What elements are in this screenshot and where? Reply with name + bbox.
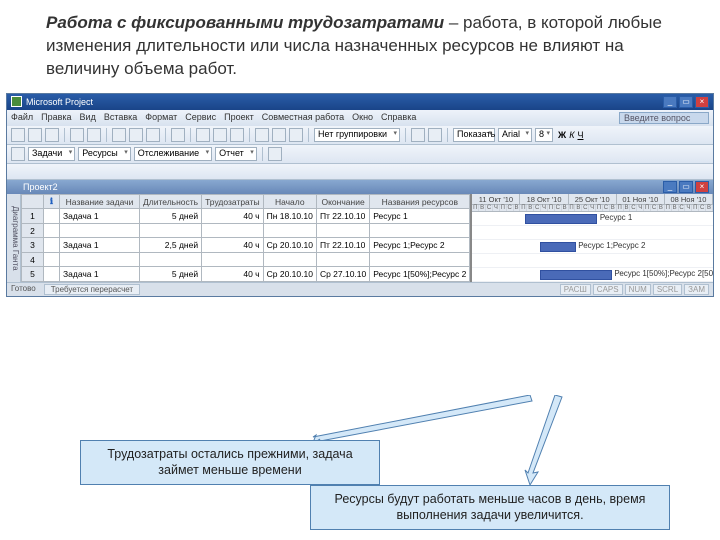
callout-2: Ресурсы будут работать меньше часов в де… (310, 485, 670, 530)
tb-link-icon[interactable] (196, 128, 210, 142)
gantt-row (472, 226, 713, 240)
col-end: Окончание (316, 194, 369, 209)
tb-zoom-icon[interactable] (411, 128, 425, 142)
menu-tools[interactable]: Сервис (185, 112, 216, 124)
app-title: Microsoft Project (26, 97, 93, 107)
menu-help[interactable]: Справка (381, 112, 416, 124)
callout-1: Трудозатраты остались прежними, задача з… (80, 440, 380, 485)
resources-dropdown[interactable]: Ресурсы (78, 147, 131, 161)
caption-bold: Работа с фиксированными трудозатратами (46, 13, 444, 32)
menu-insert[interactable]: Вставка (104, 112, 137, 124)
table-row[interactable]: 2 (22, 223, 470, 238)
size-dropdown[interactable]: 8 (535, 128, 553, 142)
app-icon (11, 96, 22, 107)
gantt-bar[interactable] (525, 214, 597, 224)
tb-note-icon[interactable] (272, 128, 286, 142)
side-tab-gantt[interactable]: Диаграмма Ганта (7, 194, 21, 282)
col-row (22, 194, 44, 209)
tb-unlink-icon[interactable] (213, 128, 227, 142)
doc-close-button[interactable]: × (695, 181, 709, 193)
gantt-bar-label: Ресурс 1;Ресурс 2 (578, 241, 645, 250)
col-work: Трудозатраты (202, 194, 264, 209)
tb-cut-icon[interactable] (112, 128, 126, 142)
tb-goto-icon[interactable] (428, 128, 442, 142)
menu-view[interactable]: Вид (80, 112, 96, 124)
menubar: Файл Правка Вид Вставка Формат Сервис Пр… (7, 110, 713, 126)
menu-edit[interactable]: Правка (41, 112, 71, 124)
col-start: Начало (263, 194, 316, 209)
tb-print-icon[interactable] (70, 128, 84, 142)
bold-button[interactable]: Ж (558, 130, 566, 140)
table-row[interactable]: 3Задача 12,5 дней40 чСр 20.10.10Пт 22.10… (22, 238, 470, 253)
menu-format[interactable]: Формат (145, 112, 177, 124)
table-row[interactable]: 4 (22, 252, 470, 267)
minimize-button[interactable]: _ (663, 96, 677, 108)
gantt-bar-label: Ресурс 1[50%];Ресурс 2[50%] (614, 269, 713, 278)
gantt-row: Ресурс 1 (472, 212, 713, 226)
titlebar: Microsoft Project _ ▭ × (7, 94, 713, 110)
underline-button[interactable]: Ч (578, 130, 584, 140)
tb-paste-icon[interactable] (146, 128, 160, 142)
tb-info-icon[interactable] (255, 128, 269, 142)
toolbar-view: Задачи Ресурсы Отслеживание Отчет (7, 145, 713, 164)
tb-view-icon[interactable] (11, 147, 25, 161)
col-res: Названия ресурсов (370, 194, 470, 209)
status-indicator: NUM (625, 284, 651, 295)
menu-project[interactable]: Проект (224, 112, 254, 124)
italic-button[interactable]: К (569, 130, 574, 140)
status-ready: Готово (11, 284, 36, 295)
menu-file[interactable]: Файл (11, 112, 33, 124)
font-dropdown[interactable]: Arial (498, 128, 532, 142)
doc-icon (11, 182, 20, 191)
status-recalc: Требуется перерасчет (44, 284, 140, 295)
formula-bar[interactable] (7, 164, 713, 180)
col-info-icon: ℹ (44, 194, 60, 209)
work-area: Диаграмма Ганта ℹ Название задачи Длител… (7, 194, 713, 282)
tb-extra-icon[interactable] (268, 147, 282, 161)
tb-split-icon[interactable] (230, 128, 244, 142)
gantt-row (472, 254, 713, 268)
track-dropdown[interactable]: Отслеживание (134, 147, 212, 161)
help-search[interactable]: Введите вопрос (619, 112, 709, 124)
status-indicator: ЗАМ (684, 284, 709, 295)
doc-max-button[interactable]: ▭ (679, 181, 693, 193)
doc-title: Проект2 (23, 182, 58, 192)
tb-save-icon[interactable] (45, 128, 59, 142)
toolbar-main: Нет группировки Показать Arial 8 Ж К Ч (7, 126, 713, 145)
slide-caption: Работа с фиксированными трудозатратами –… (0, 0, 720, 89)
tb-copy-icon[interactable] (129, 128, 143, 142)
tb-assign-icon[interactable] (289, 128, 303, 142)
doc-min-button[interactable]: _ (663, 181, 677, 193)
statusbar: Готово Требуется перерасчет РАСШCAPSNUMS… (7, 282, 713, 296)
gantt-row: Ресурс 1;Ресурс 2 (472, 240, 713, 254)
table-row[interactable]: 5Задача 15 дней40 чСр 20.10.10Ср 27.10.1… (22, 267, 470, 282)
doc-titlebar: Проект2 _ ▭ × (7, 180, 713, 194)
gantt-chart[interactable]: 11 Окт '1018 Окт '1025 Окт '1001 Ноя '10… (470, 194, 713, 282)
col-name: Название задачи (60, 194, 140, 209)
tb-open-icon[interactable] (28, 128, 42, 142)
gantt-bar[interactable] (540, 242, 576, 252)
gantt-bar-label: Ресурс 1 (600, 213, 632, 222)
app-window: Microsoft Project _ ▭ × Файл Правка Вид … (6, 93, 714, 297)
table-row[interactable]: 1Задача 15 дней40 чПн 18.10.10Пт 22.10.1… (22, 209, 470, 224)
tasks-dropdown[interactable]: Задачи (28, 147, 75, 161)
show-dropdown[interactable]: Показать (453, 128, 495, 142)
grouping-dropdown[interactable]: Нет группировки (314, 128, 400, 142)
status-indicator: SCRL (653, 284, 682, 295)
tb-preview-icon[interactable] (87, 128, 101, 142)
task-grid[interactable]: ℹ Название задачи Длительность Трудозатр… (21, 194, 470, 282)
gantt-bar[interactable] (540, 270, 612, 280)
callout2-arrow (500, 395, 570, 490)
status-indicator: РАСШ (560, 284, 591, 295)
status-indicator: CAPS (593, 284, 623, 295)
gantt-row: Ресурс 1[50%];Ресурс 2[50%] (472, 268, 713, 282)
tb-undo-icon[interactable] (171, 128, 185, 142)
maximize-button[interactable]: ▭ (679, 96, 693, 108)
menu-window[interactable]: Окно (352, 112, 373, 124)
menu-collab[interactable]: Совместная работа (262, 112, 344, 124)
close-button[interactable]: × (695, 96, 709, 108)
report-dropdown[interactable]: Отчет (215, 147, 257, 161)
col-dur: Длительность (140, 194, 202, 209)
tb-new-icon[interactable] (11, 128, 25, 142)
